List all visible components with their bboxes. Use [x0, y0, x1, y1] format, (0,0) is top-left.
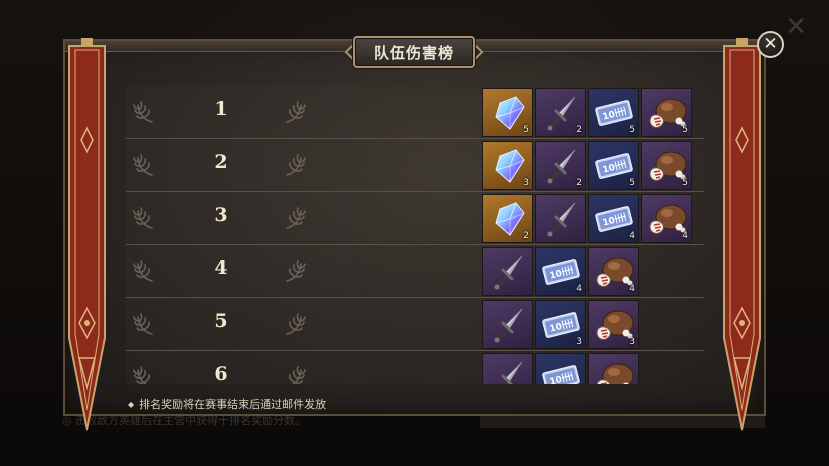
item-quantity: 4 — [629, 284, 635, 294]
reward-items: 10 4 4 — [482, 247, 639, 296]
laurel-icon — [281, 365, 307, 384]
item-quantity: 5 — [682, 125, 688, 135]
rank-number: 6 — [214, 363, 228, 384]
reward-item[interactable]: 2 — [482, 194, 533, 243]
item-quantity: 2 — [576, 125, 582, 135]
laurel-icon — [132, 206, 158, 232]
laurel-icon — [281, 153, 307, 179]
laurel-icon — [132, 365, 158, 384]
ranking-row: 5 10 3 3 — [126, 298, 704, 351]
item-quantity: 5 — [682, 178, 688, 188]
item-quantity: 4 — [576, 284, 582, 294]
reward-items: 5 2 10 5 5 — [482, 88, 692, 137]
reward-item[interactable]: 3 — [588, 300, 639, 349]
item-quantity: 2 — [523, 231, 529, 241]
reward-item[interactable]: 2 — [535, 88, 586, 137]
laurel-icon — [132, 100, 158, 126]
reward-item[interactable]: 4 — [588, 247, 639, 296]
page-title: 队伍伤害榜 — [373, 43, 454, 62]
laurel-icon — [281, 259, 307, 285]
ranking-row: 3 2 10 4 4 — [126, 192, 704, 245]
rank-number: 5 — [214, 310, 228, 332]
info-icon: ◆ — [128, 399, 135, 409]
close-icon: ✕ — [763, 34, 778, 54]
item-quantity: 5 — [629, 178, 635, 188]
reward-item[interactable] — [535, 194, 586, 243]
reward-items: 2 10 4 4 — [482, 194, 692, 243]
item-quantity: 5 — [629, 125, 635, 135]
ranking-row: 6 10 — [126, 351, 704, 384]
reward-item[interactable]: 10 4 — [588, 194, 639, 243]
reward-item[interactable]: 5 — [482, 88, 533, 137]
ranking-list[interactable]: 1 5 2 10 5 5 2 3 2 10 5 5 3 2 10 4 4 4 10 4 4 5 10 3 3 6 10 — [126, 86, 704, 384]
reward-item[interactable] — [482, 247, 533, 296]
laurel-icon — [132, 312, 158, 338]
item-quantity: 3 — [523, 178, 529, 188]
reward-item[interactable]: 10 3 — [535, 300, 586, 349]
left-banner — [68, 38, 106, 431]
item-quantity: 3 — [629, 337, 635, 347]
right-banner — [723, 38, 761, 431]
item-quantity: 2 — [576, 178, 582, 188]
reward-note-text: 排名奖励将在赛事结束后通过邮件发放 — [139, 398, 327, 411]
reward-item[interactable] — [482, 353, 533, 384]
rank-number: 4 — [214, 257, 228, 279]
reward-item[interactable]: 5 — [641, 88, 692, 137]
title-plate: 队伍伤害榜 — [343, 36, 485, 68]
reward-item[interactable]: 10 — [535, 353, 586, 384]
reward-item[interactable]: 5 — [641, 141, 692, 190]
rank-number: 1 — [214, 98, 228, 120]
laurel-icon — [132, 153, 158, 179]
item-quantity: 5 — [523, 125, 529, 135]
reward-items: 10 3 3 — [482, 300, 639, 349]
reward-items: 10 — [482, 353, 639, 384]
item-quantity: 4 — [629, 231, 635, 241]
rank-number: 3 — [214, 204, 228, 226]
reward-item[interactable]: 10 4 — [535, 247, 586, 296]
reward-item[interactable]: 10 5 — [588, 88, 639, 137]
reward-item[interactable]: 10 5 — [588, 141, 639, 190]
reward-item[interactable] — [482, 300, 533, 349]
reward-item[interactable] — [588, 353, 639, 384]
laurel-icon — [281, 312, 307, 338]
close-button[interactable]: ✕ — [757, 31, 784, 58]
laurel-icon — [132, 259, 158, 285]
laurel-icon — [281, 206, 307, 232]
item-quantity: 4 — [682, 231, 688, 241]
rank-number: 2 — [214, 151, 228, 173]
reward-item[interactable]: 2 — [535, 141, 586, 190]
ranking-row: 4 10 4 4 — [126, 245, 704, 298]
laurel-icon — [281, 100, 307, 126]
reward-item[interactable]: 4 — [641, 194, 692, 243]
title-frame: 队伍伤害榜 — [353, 36, 475, 68]
reward-item[interactable]: 3 — [482, 141, 533, 190]
background-close-icon: ✕ — [785, 12, 807, 42]
reward-items: 3 2 10 5 5 — [482, 141, 692, 190]
ranking-row: 2 3 2 10 5 5 — [126, 139, 704, 192]
ranking-row: 1 5 2 10 5 5 — [126, 86, 704, 139]
reward-note: ◆ 排名奖励将在赛事结束后通过邮件发放 — [128, 396, 326, 412]
item-quantity: 3 — [576, 337, 582, 347]
